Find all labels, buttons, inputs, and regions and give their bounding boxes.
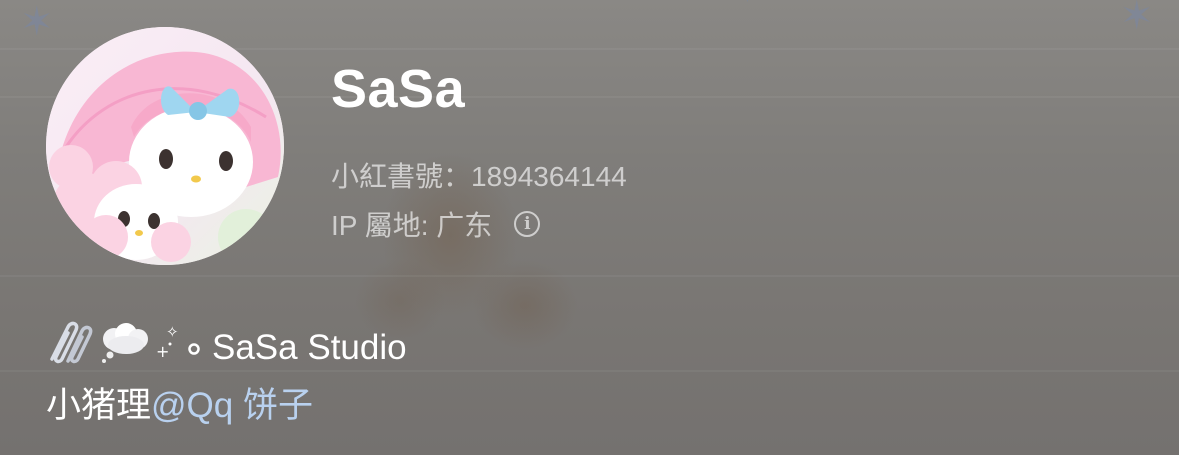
mention-link[interactable]: @Qq 饼子 xyxy=(151,386,313,425)
svg-text:+: + xyxy=(156,342,169,361)
star-decoration-icon: ✶ xyxy=(1120,0,1154,38)
bio-line-2: 小猪理@Qq 饼子 xyxy=(46,377,313,428)
thought-bubble-icon xyxy=(96,321,154,374)
background-stripe xyxy=(0,275,1179,277)
profile-id[interactable]: 小紅書號：1894364144 xyxy=(331,155,627,195)
ip-location-row: IP 屬地: 广东 i xyxy=(331,204,541,244)
sparkle-icon: + ✧ xyxy=(154,321,212,374)
svg-text:✧: ✧ xyxy=(166,323,179,341)
star-decoration-icon: ✶ xyxy=(20,0,54,44)
profile-name: SaSa xyxy=(331,59,466,119)
bio-text: 小猪理 xyxy=(46,386,152,425)
avatar[interactable] xyxy=(46,27,284,265)
paperclip-icon xyxy=(46,321,96,374)
bio-studio-text: SaSa Studio xyxy=(212,327,407,367)
ip-location: IP 屬地: 广东 xyxy=(331,210,493,241)
star-decoration-icon: ✶ xyxy=(735,0,760,8)
avatar-image xyxy=(46,27,284,265)
bio-line-1: + ✧ SaSa Studio xyxy=(46,321,407,374)
info-circle-icon[interactable]: i xyxy=(514,211,541,237)
